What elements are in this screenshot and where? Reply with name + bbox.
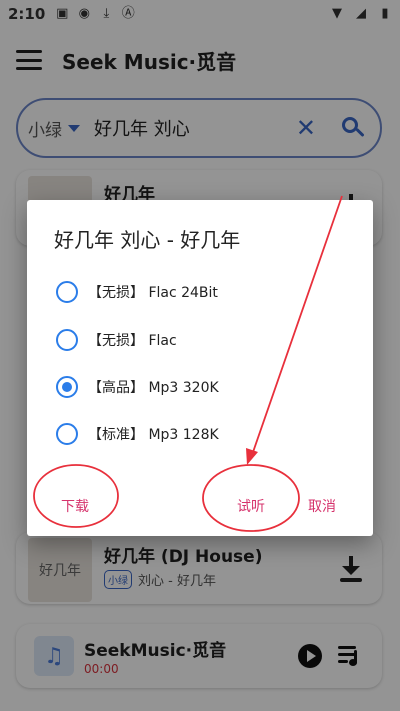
radio-button[interactable] (56, 281, 78, 303)
quality-dialog: 好几年 刘心 - 好几年 【无损】 Flac 24Bit 【无损】 Flac 【… (27, 200, 373, 536)
option-label: 【标准】 Mp3 128K (88, 427, 219, 443)
dialog-title: 好几年 刘心 - 好几年 (54, 228, 241, 252)
radio-button[interactable] (56, 423, 78, 445)
option-flac[interactable]: 【无损】 Flac (27, 317, 373, 363)
radio-button[interactable] (56, 329, 78, 351)
radio-button-selected[interactable] (56, 376, 78, 398)
preview-button[interactable]: 试听 (237, 496, 265, 516)
option-mp3-320k[interactable]: 【高品】 Mp3 320K (27, 364, 373, 410)
option-label: 【高品】 Mp3 320K (88, 380, 219, 396)
option-flac-24bit[interactable]: 【无损】 Flac 24Bit (27, 269, 373, 315)
option-label: 【无损】 Flac 24Bit (88, 285, 218, 301)
download-button[interactable]: 下载 (61, 496, 89, 516)
option-label: 【无损】 Flac (88, 333, 177, 349)
cancel-button[interactable]: 取消 (308, 496, 336, 516)
option-mp3-128k[interactable]: 【标准】 Mp3 128K (27, 411, 373, 457)
